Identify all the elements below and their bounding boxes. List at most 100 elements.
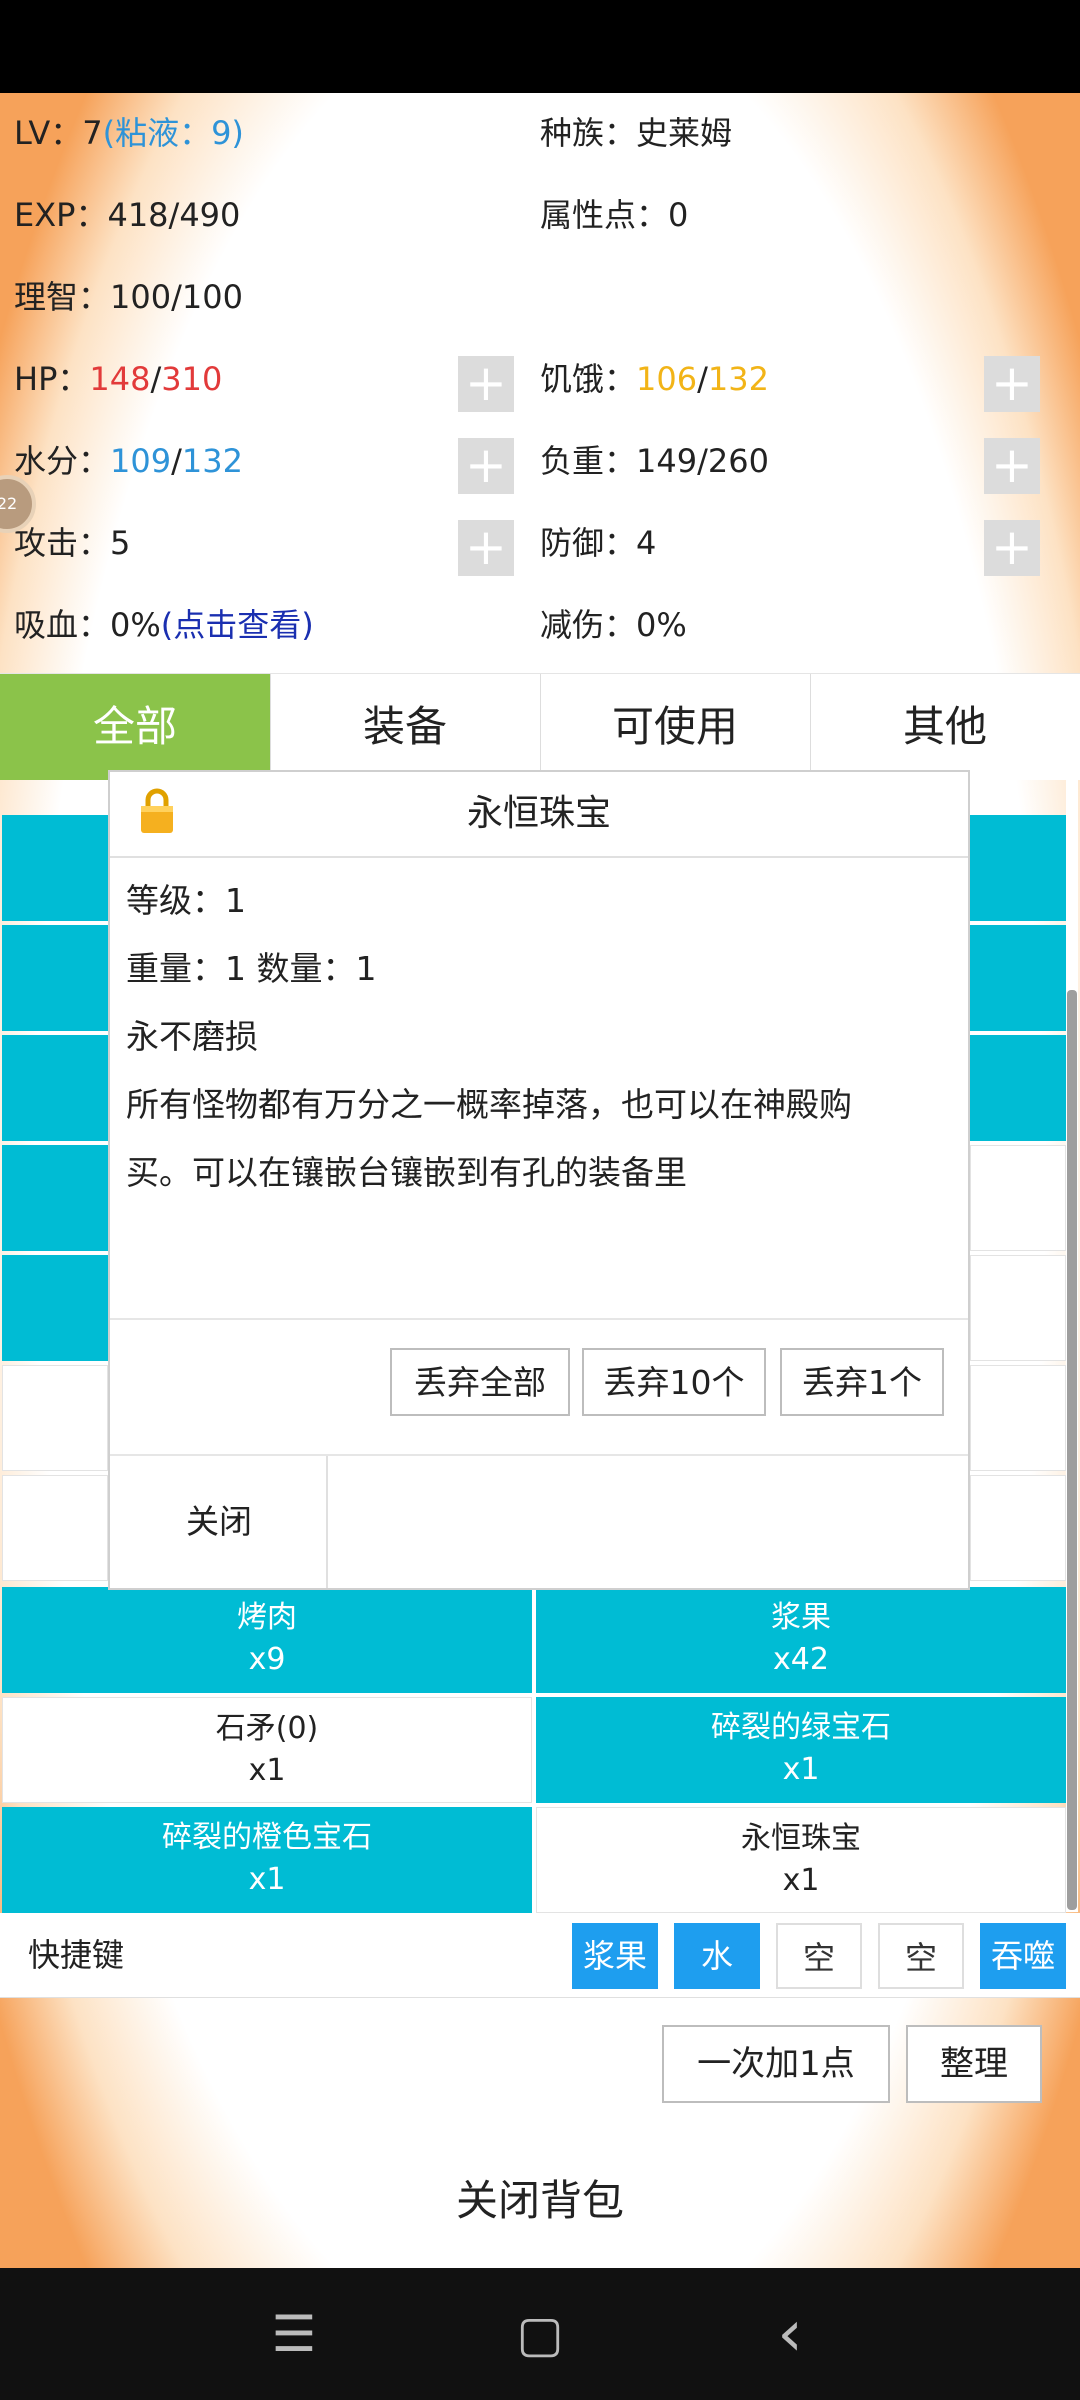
inventory-tabs: 全部 装备 可使用 其他 bbox=[0, 673, 1080, 780]
item-name: 碎裂的绿宝石 bbox=[711, 1710, 891, 1745]
item-quantity: x1 bbox=[782, 1863, 820, 1898]
lifesteal-view-link[interactable]: (点击查看) bbox=[161, 606, 314, 644]
lifesteal-value: 0% bbox=[110, 606, 161, 644]
shortcut-label: 快捷键 bbox=[28, 1936, 125, 1974]
inventory-item[interactable]: 烤肉 x9 bbox=[2, 1587, 532, 1693]
hunger-plus-button[interactable]: + bbox=[984, 356, 1040, 412]
water-plus-button[interactable]: + bbox=[458, 438, 514, 494]
reason-label: 理智： bbox=[14, 278, 111, 316]
defense-label: 防御： bbox=[540, 524, 637, 562]
attack-value: 5 bbox=[110, 524, 131, 562]
shortcut-slot-empty[interactable]: 空 bbox=[878, 1923, 964, 1989]
inventory-item[interactable]: 碎裂的绿宝石 x1 bbox=[536, 1697, 1066, 1803]
home-icon[interactable]: ▢ bbox=[500, 2298, 580, 2370]
hidden-item-cell[interactable] bbox=[970, 1035, 1066, 1141]
hidden-item-cell[interactable] bbox=[2, 925, 108, 1031]
item-name: 碎裂的橙色宝石 bbox=[162, 1820, 372, 1855]
hidden-item-cell[interactable] bbox=[2, 815, 108, 921]
attribute-points-stat: 属性点：0 bbox=[540, 192, 688, 238]
menu-icon[interactable]: ☰ bbox=[254, 2298, 334, 2370]
tab-other[interactable]: 其他 bbox=[810, 674, 1080, 780]
discard-all-button[interactable]: 丢弃全部 bbox=[390, 1348, 570, 1416]
hunger-max: 132 bbox=[707, 360, 769, 398]
item-quantity: x42 bbox=[773, 1642, 829, 1677]
race-stat: 种族：史莱姆 bbox=[540, 110, 732, 156]
hidden-item-cell[interactable] bbox=[2, 1475, 108, 1581]
item-description-line: 所有怪物都有万分之一概率掉落，也可以在神殿购 bbox=[126, 1085, 852, 1124]
attribute-points-value: 0 bbox=[668, 196, 689, 234]
lifesteal-stat: 吸血：0%(点击查看) bbox=[14, 602, 314, 648]
hp-stat: HP：148/310 bbox=[14, 360, 223, 398]
shortcut-slot-devour[interactable]: 吞噬 bbox=[980, 1923, 1066, 1989]
hunger-label: 饥饿： bbox=[540, 360, 637, 398]
item-description-line: 买。可以在镶嵌台镶嵌到有孔的装备里 bbox=[126, 1153, 687, 1192]
sort-button[interactable]: 整理 bbox=[906, 2025, 1042, 2103]
lifesteal-label: 吸血： bbox=[14, 606, 111, 644]
inventory-item[interactable]: 永恒珠宝 x1 bbox=[536, 1807, 1066, 1913]
item-name: 烤肉 bbox=[237, 1600, 297, 1635]
item-quantity: x1 bbox=[248, 1753, 286, 1788]
defense-plus-button[interactable]: + bbox=[984, 520, 1040, 576]
shortcut-slot-water[interactable]: 水 bbox=[674, 1923, 760, 1989]
item-durability: 永不磨损 bbox=[126, 1017, 258, 1056]
dialog-title: 永恒珠宝 bbox=[466, 793, 611, 834]
shortcut-bar: 快捷键 浆果 水 空 空 吞噬 bbox=[0, 1913, 1080, 1998]
hidden-item-cell[interactable] bbox=[970, 1475, 1066, 1581]
hidden-item-cell[interactable] bbox=[2, 1035, 108, 1141]
discard-one-button[interactable]: 丢弃1个 bbox=[780, 1348, 944, 1416]
item-detail-dialog: 永恒珠宝 等级：1 重量：1 数量：1 永不磨损 所有怪物都有万分之一概率掉落，… bbox=[108, 770, 970, 1590]
inventory-scrollbar-thumb[interactable] bbox=[1067, 990, 1077, 1910]
hidden-item-cell[interactable] bbox=[970, 1145, 1066, 1251]
back-icon[interactable]: ‹ bbox=[750, 2298, 830, 2370]
water-label: 水分： bbox=[14, 442, 111, 480]
hidden-item-cell[interactable] bbox=[970, 1255, 1066, 1361]
damage-reduction-stat: 减伤：0% bbox=[540, 602, 687, 648]
race-value: 史莱姆 bbox=[636, 114, 733, 152]
hidden-item-cell[interactable] bbox=[970, 1365, 1066, 1471]
hp-plus-button[interactable]: + bbox=[458, 356, 514, 412]
defense-value: 4 bbox=[636, 524, 657, 562]
hunger-current: 106 bbox=[636, 360, 698, 398]
dialog-close-button[interactable]: 关闭 bbox=[112, 1456, 328, 1588]
shortcut-slot-berry[interactable]: 浆果 bbox=[572, 1923, 658, 1989]
inventory-item[interactable]: 浆果 x42 bbox=[536, 1587, 1066, 1693]
discard-ten-button[interactable]: 丢弃10个 bbox=[582, 1348, 766, 1416]
tab-all[interactable]: 全部 bbox=[0, 674, 271, 780]
hidden-item-cell[interactable] bbox=[2, 1365, 108, 1471]
tab-usable[interactable]: 可使用 bbox=[540, 674, 811, 780]
hunger-stat: 饥饿：106/132 bbox=[540, 360, 769, 398]
slime-count: (粘液：9) bbox=[102, 114, 244, 152]
load-label: 负重： bbox=[540, 442, 637, 480]
exp-label: EXP： bbox=[14, 196, 108, 234]
dialog-header: 永恒珠宝 bbox=[110, 772, 968, 858]
hp-label: HP： bbox=[14, 360, 90, 398]
load-value: 149/260 bbox=[636, 442, 769, 480]
shortcut-slot-empty[interactable]: 空 bbox=[776, 1923, 862, 1989]
level-value: 7 bbox=[82, 114, 103, 152]
water-stat: 水分：109/132 bbox=[14, 442, 243, 480]
system-nav-bar: ☰ ▢ ‹ bbox=[0, 2268, 1080, 2400]
hidden-item-cell[interactable] bbox=[2, 1255, 108, 1361]
tab-equipment[interactable]: 装备 bbox=[270, 674, 541, 780]
add-one-point-button[interactable]: 一次加1点 bbox=[662, 2025, 890, 2103]
hidden-item-cell[interactable] bbox=[970, 925, 1066, 1031]
load-plus-button[interactable]: + bbox=[984, 438, 1040, 494]
inventory-item[interactable]: 石矛(0) x1 bbox=[2, 1697, 532, 1803]
race-label: 种族： bbox=[540, 114, 637, 152]
water-current: 109 bbox=[110, 442, 172, 480]
hp-current: 148 bbox=[89, 360, 151, 398]
water-max: 132 bbox=[181, 442, 243, 480]
close-bag-button[interactable]: 关闭背包 bbox=[0, 2133, 1080, 2268]
item-quantity: x1 bbox=[782, 1752, 820, 1787]
dialog-divider bbox=[110, 1318, 968, 1320]
damage-reduction-label: 减伤： bbox=[540, 606, 637, 644]
attack-plus-button[interactable]: + bbox=[458, 520, 514, 576]
level-stat: LV：7(粘液：9) bbox=[14, 110, 244, 156]
item-name: 永恒珠宝 bbox=[741, 1821, 861, 1856]
hidden-item-cell[interactable] bbox=[970, 815, 1066, 921]
lock-icon[interactable] bbox=[140, 788, 174, 834]
damage-reduction-value: 0% bbox=[636, 606, 687, 644]
load-stat: 负重：149/260 bbox=[540, 438, 769, 484]
hidden-item-cell[interactable] bbox=[2, 1145, 108, 1251]
inventory-item[interactable]: 碎裂的橙色宝石 x1 bbox=[2, 1807, 532, 1913]
